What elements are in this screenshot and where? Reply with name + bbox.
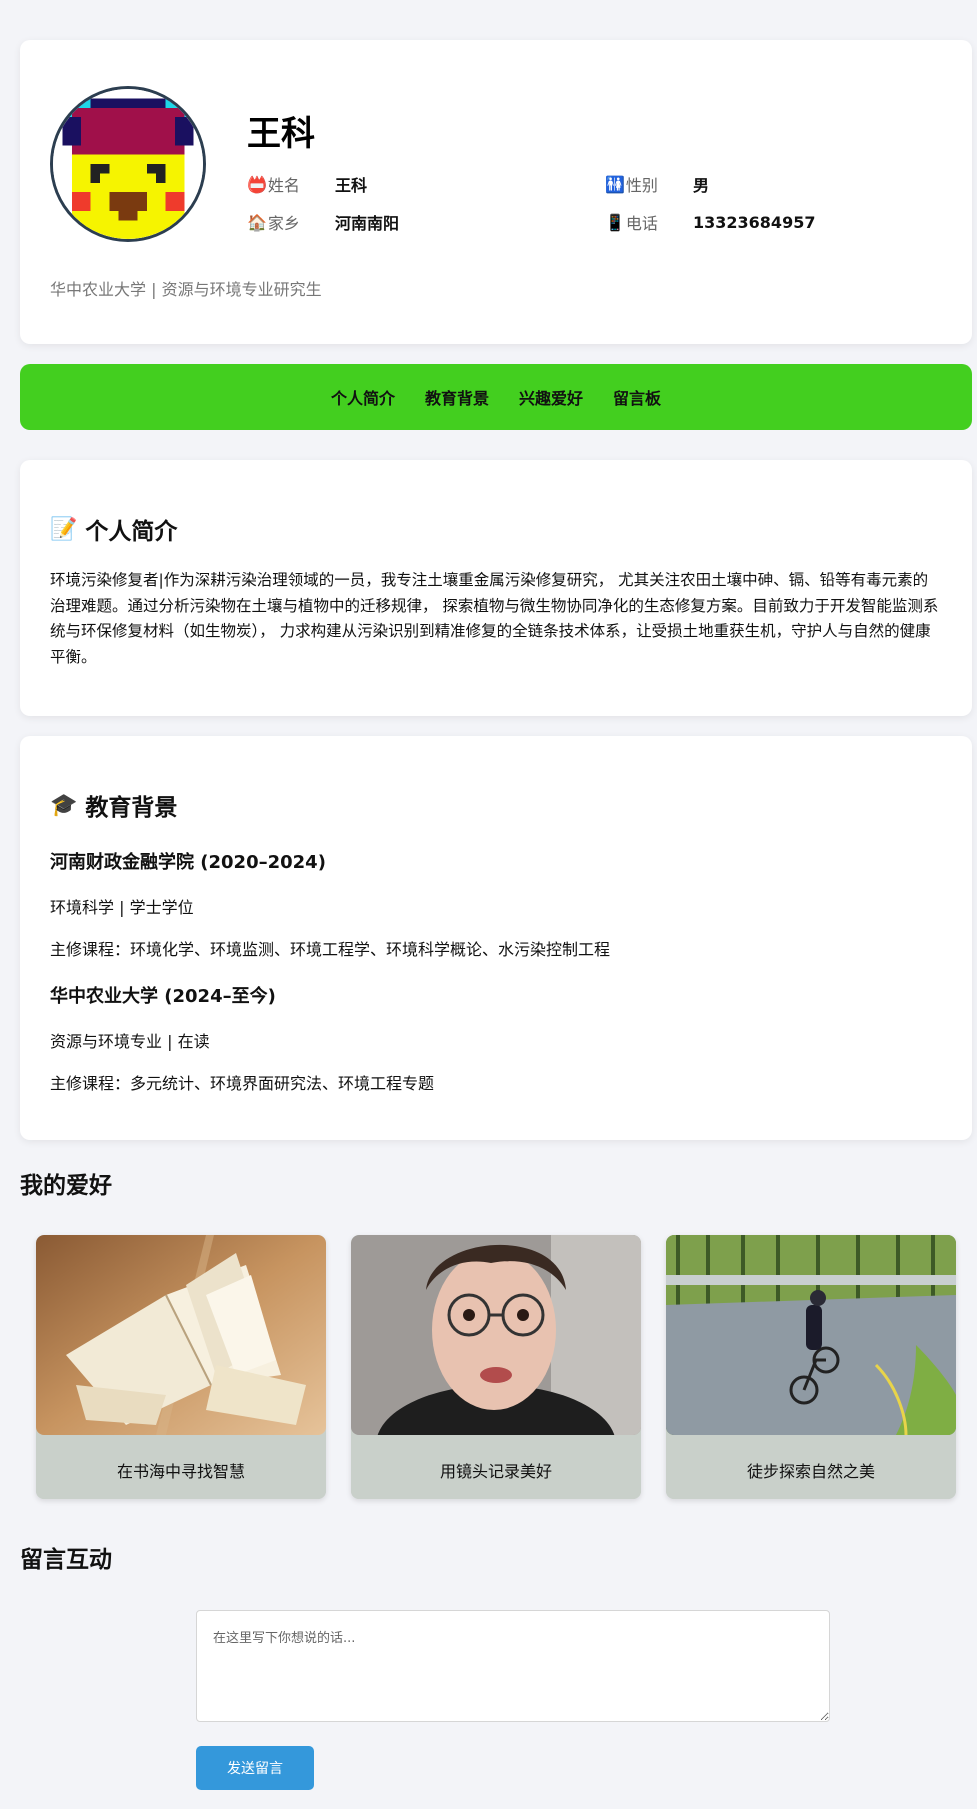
nav-item-intro[interactable]: 个人简介 — [331, 385, 395, 409]
info-name-row: 📛 姓名 王科 — [247, 172, 367, 196]
info-gender-value: 男 — [693, 176, 710, 195]
school-degree: 环境科学 | 学士学位 — [50, 898, 194, 917]
open-book-image — [36, 1235, 326, 1435]
profile-subtitle: 华中农业大学 | 资源与环境专业研究生 — [50, 280, 322, 299]
pixel-avatar-image — [53, 89, 203, 239]
intro-title: 个人简介 — [85, 519, 178, 545]
restroom-icon: 🚻 — [605, 174, 625, 194]
hobby-card: 徒步探索自然之美 — [666, 1235, 956, 1499]
mobile-phone-icon: 📱 — [605, 212, 625, 232]
profile-name: 王科 — [247, 114, 315, 154]
school-courses: 主修课程：环境化学、环境监测、环境工程学、环境科学概论、水污染控制工程 — [50, 940, 611, 959]
hobby-card: 在书海中寻找智慧 — [36, 1235, 326, 1499]
house-icon: 🏠 — [247, 212, 267, 232]
avatar — [50, 86, 206, 242]
school-name: 河南财政金融学院 (2020–2024) — [50, 852, 326, 873]
school-degree: 资源与环境专业 | 在读 — [50, 1032, 210, 1051]
message-heading: 留言互动 — [20, 1547, 112, 1573]
hobby-card: 用镜头记录美好 — [351, 1235, 641, 1499]
hobby-caption: 用镜头记录美好 — [351, 1441, 641, 1499]
hobby-caption: 徒步探索自然之美 — [666, 1441, 956, 1499]
education-title: 教育背景 — [85, 795, 178, 821]
intro-card: 📝 个人简介 环境污染修复者|作为深耕污染治理领域的一员，我专注土壤重金属污染修… — [20, 460, 972, 716]
intro-text: 环境污染修复者|作为深耕污染治理领域的一员，我专注土壤重金属污染修复研究， 尤其… — [50, 571, 939, 666]
info-name-value: 王科 — [335, 176, 368, 195]
info-phone-row: 📱 电话 13323684957 — [605, 210, 815, 234]
info-hometown-value: 河南南阳 — [335, 214, 400, 233]
info-gender-row: 🚻 性别 男 — [605, 172, 709, 196]
portrait-image — [351, 1235, 641, 1435]
info-phone-value: 13323684957 — [693, 212, 816, 232]
info-gender-label: 性别 — [625, 176, 658, 195]
cycling-image — [666, 1235, 956, 1435]
info-hometown-label: 家乡 — [267, 214, 300, 233]
graduation-cap-icon: 🎓 — [50, 792, 78, 818]
nav-bar: 个人简介 教育背景 兴趣爱好 留言板 — [20, 364, 972, 430]
info-hometown-row: 🏠 家乡 河南南阳 — [247, 210, 399, 234]
memo-icon: 📝 — [50, 516, 78, 542]
hobbies-heading: 我的爱好 — [20, 1173, 112, 1199]
intro-heading: 📝 个人简介 — [50, 512, 177, 546]
send-message-button[interactable]: 发送留言 — [196, 1746, 314, 1790]
education-card: 🎓 教育背景 河南财政金融学院 (2020–2024) 环境科学 | 学士学位 … — [20, 736, 972, 1140]
school-name: 华中农业大学 (2024–至今) — [50, 986, 276, 1007]
profile-card: 王科 📛 姓名 王科 🚻 性别 男 🏠 家乡 河南南阳 📱 电话 13323684957… — [20, 40, 972, 344]
nav-item-education[interactable]: 教育背景 — [425, 385, 489, 409]
nav-item-message-board[interactable]: 留言板 — [613, 385, 661, 409]
info-name-label: 姓名 — [267, 176, 300, 195]
education-heading: 🎓 教育背景 — [50, 788, 177, 822]
message-input[interactable] — [196, 1610, 830, 1722]
school-courses: 主修课程：多元统计、环境界面研究法、环境工程专题 — [50, 1074, 435, 1093]
name-badge-icon: 📛 — [247, 174, 267, 194]
hobby-caption: 在书海中寻找智慧 — [36, 1441, 326, 1499]
nav-item-hobbies[interactable]: 兴趣爱好 — [519, 385, 583, 409]
info-phone-label: 电话 — [625, 214, 658, 233]
